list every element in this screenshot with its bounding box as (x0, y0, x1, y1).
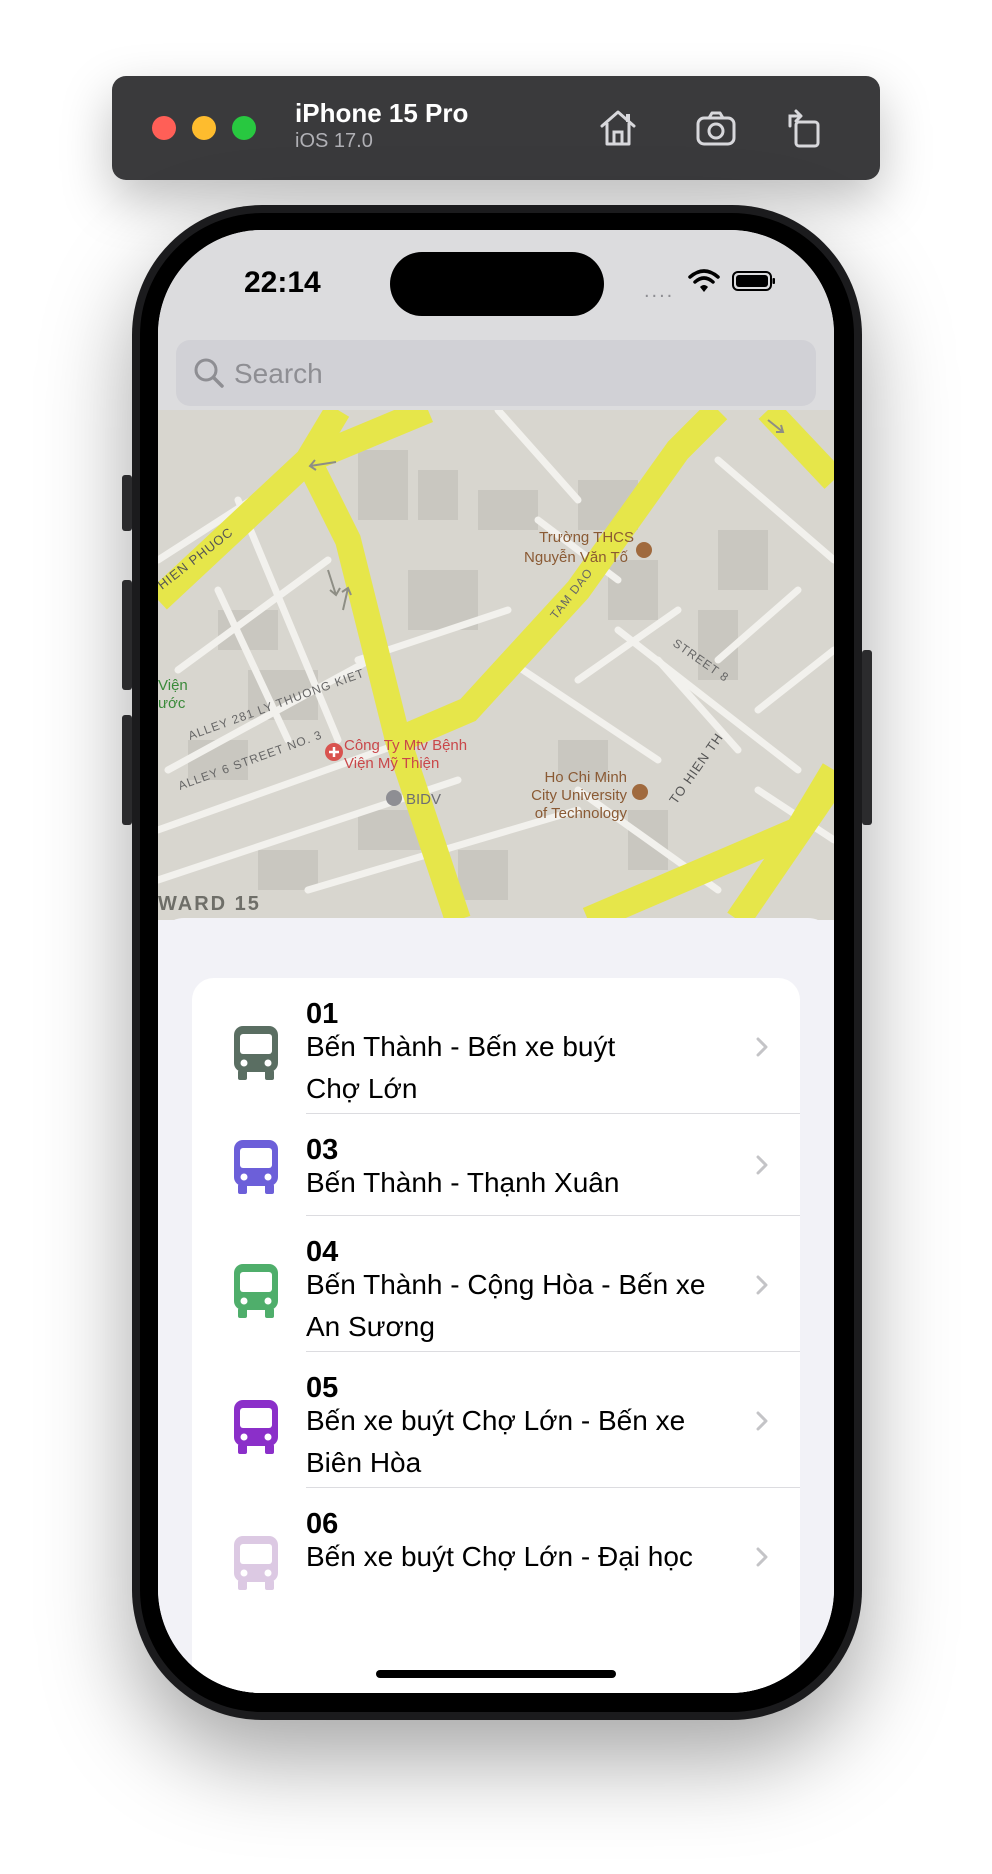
power-button (862, 650, 872, 825)
route-row-06[interactable]: 06 Bến xe buýt Chợ Lớn - Đại học (192, 1488, 800, 1624)
map-canvas[interactable]: Trường THCS Nguyễn Văn Tố Công Ty Mtv Bệ… (158, 410, 834, 920)
route-name-line-1: Bến xe buýt Chợ Lớn - Bến xe (306, 1405, 686, 1436)
dynamic-island (390, 252, 604, 316)
bus-icon (230, 1398, 282, 1456)
home-icon (600, 110, 636, 146)
chevron-right-icon (752, 1542, 772, 1572)
chevron-right-icon (752, 1032, 772, 1062)
route-name: Bến Thành - Cộng Hòa - Bến xe An Sương (306, 1264, 726, 1348)
device-name: iPhone 15 Pro (295, 98, 469, 128)
simulator-toolbar: iPhone 15 Pro iOS 17.0 (112, 76, 880, 180)
route-name-line-1: Bến Thành - Cộng Hòa - Bến xe (306, 1269, 706, 1300)
minimize-window-button[interactable] (192, 116, 216, 140)
map-label-university-2[interactable]: City University (531, 787, 627, 804)
map-label-bank[interactable]: BIDV (406, 791, 441, 808)
map-label-company[interactable]: Công Ty Mtv Bệnh (344, 737, 467, 754)
route-name-line-2: An Sương (306, 1311, 435, 1342)
route-row-03[interactable]: 03 Bến Thành - Thạnh Xuân (192, 1114, 800, 1216)
bus-icon (230, 1024, 282, 1082)
search-icon (194, 358, 224, 388)
route-name: Bến Thành - Bến xe buýt Chợ Lớn (306, 1026, 726, 1110)
routes-list: 01 Bến Thành - Bến xe buýt Chợ Lớn 03 Bế… (192, 978, 800, 1693)
chevron-right-icon (752, 1406, 772, 1436)
rotate-button[interactable] (780, 104, 828, 152)
close-window-button[interactable] (152, 116, 176, 140)
home-button[interactable] (594, 104, 642, 152)
status-time: 22:14 (244, 266, 321, 299)
route-name-line-1: Bến xe buýt Chợ Lớn - Đại học (306, 1541, 693, 1572)
map-label-company-2[interactable]: Viện Mỹ Thiện (344, 755, 439, 772)
screenshot-button[interactable] (692, 104, 740, 152)
search-input[interactable] (232, 348, 796, 400)
rotate-icon (788, 109, 820, 148)
wifi-icon (688, 269, 720, 292)
chevron-right-icon (752, 1270, 772, 1300)
bus-icon (230, 1262, 282, 1320)
status-bar: 22:14 .... (158, 230, 834, 330)
route-row-05[interactable]: 05 Bến xe buýt Chợ Lớn - Bến xe Biên Hòa (192, 1352, 800, 1488)
phone-screen: 22:14 .... Search Trường THCS Nguyễn Văn… (158, 230, 834, 1693)
map-label-vien: Viện (158, 677, 188, 694)
route-name: Bến xe buýt Chợ Lớn - Đại học (306, 1536, 726, 1578)
map-label-school-2[interactable]: Nguyễn Văn Tố (524, 549, 629, 566)
route-row-01[interactable]: 01 Bến Thành - Bến xe buýt Chợ Lớn (192, 978, 800, 1114)
route-name-line-2: Biên Hòa (306, 1447, 422, 1478)
chevron-right-icon (752, 1150, 772, 1180)
route-name-line-2: Chợ Lớn (306, 1073, 418, 1104)
map-label-ward: WARD 15 (158, 893, 261, 915)
battery-icon (732, 271, 775, 291)
map-label-school[interactable]: Trường THCS (539, 529, 634, 546)
signal-icon: .... (644, 280, 675, 302)
os-version: iOS 17.0 (295, 130, 373, 152)
route-name-line-1: Bến Thành - Bến xe buýt (306, 1031, 616, 1062)
bus-icon (230, 1534, 282, 1592)
map-label-university-3[interactable]: of Technology (535, 805, 628, 822)
route-name-line-1: Bến Thành - Thạnh Xuân (306, 1167, 620, 1198)
route-name: Bến xe buýt Chợ Lớn - Bến xe Biên Hòa (306, 1400, 726, 1484)
map-label-university[interactable]: Ho Chi Minh (544, 769, 627, 786)
search-bar-container (158, 330, 834, 410)
map-label-vien-2: ước (158, 695, 186, 712)
volume-down-button (122, 715, 132, 825)
home-indicator[interactable] (376, 1670, 616, 1678)
zoom-window-button[interactable] (232, 116, 256, 140)
action-button (122, 475, 132, 531)
route-name: Bến Thành - Thạnh Xuân (306, 1162, 726, 1204)
search-bar[interactable] (176, 340, 816, 406)
route-row-04[interactable]: 04 Bến Thành - Cộng Hòa - Bến xe An Sươn… (192, 1216, 800, 1352)
screenshot-icon (696, 111, 736, 146)
bus-icon (230, 1138, 282, 1196)
map-view[interactable]: Trường THCS Nguyễn Văn Tố Công Ty Mtv Bệ… (158, 410, 834, 920)
volume-up-button (122, 580, 132, 690)
routes-sheet[interactable]: 01 Bến Thành - Bến xe buýt Chợ Lớn 03 Bế… (158, 918, 834, 1693)
